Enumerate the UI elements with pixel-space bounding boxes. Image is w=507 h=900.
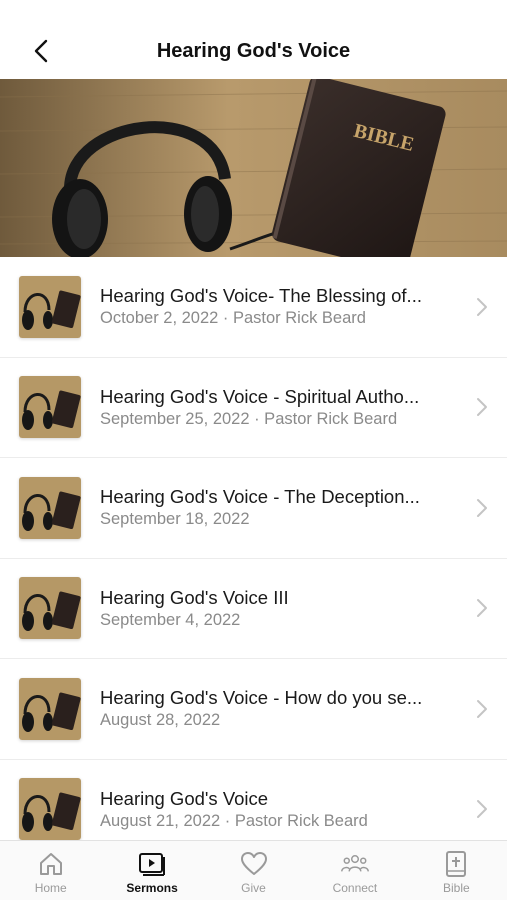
heart-icon <box>240 850 268 878</box>
chevron-right-icon <box>477 699 487 718</box>
list-item[interactable]: Hearing God's Voice- The Blessing of... … <box>0 257 507 358</box>
sermon-thumbnail <box>19 275 81 338</box>
tab-home[interactable]: Home <box>0 841 101 900</box>
sermon-title: Hearing God's Voice - The Deception... <box>100 486 420 508</box>
sermon-subtitle: October 2, 2022 · Pastor Rick Beard <box>100 309 366 328</box>
chevron-right-icon <box>477 498 487 517</box>
people-icon <box>341 850 369 878</box>
tab-connect[interactable]: Connect <box>304 841 405 900</box>
sermon-subtitle: August 21, 2022 · Pastor Rick Beard <box>100 811 368 830</box>
sermon-subtitle: September 4, 2022 <box>100 610 241 629</box>
sermon-title: Hearing God's Voice - How do you se... <box>100 687 423 709</box>
list-item[interactable]: Hearing God's Voice III September 4, 202… <box>0 558 507 659</box>
list-item[interactable]: Hearing God's Voice - The Deception... S… <box>0 458 507 559</box>
tab-label: Sermons <box>126 881 178 895</box>
sermon-title: Hearing God's Voice- The Blessing of... <box>100 285 422 307</box>
list-item[interactable]: Hearing God's Voice August 21, 2022 · Pa… <box>0 759 507 840</box>
list-item[interactable]: Hearing God's Voice - Spiritual Autho...… <box>0 357 507 458</box>
chevron-right-icon <box>477 599 487 618</box>
sermon-list: Hearing God's Voice- The Blessing of... … <box>0 257 507 840</box>
sermon-title: Hearing God's Voice <box>100 787 269 809</box>
tab-label: Connect <box>332 881 378 895</box>
tab-label: Home <box>34 881 67 895</box>
sermon-thumbnail <box>19 677 81 740</box>
home-icon <box>37 850 65 878</box>
hero-image: BIBLE <box>0 79 507 257</box>
chevron-right-icon <box>477 398 487 417</box>
sermon-subtitle: August 28, 2022 <box>100 711 221 730</box>
sermon-thumbnail <box>19 778 81 840</box>
page-title: Hearing God's Voice <box>156 40 351 62</box>
tab-label: Bible <box>442 881 470 895</box>
sermon-thumbnail <box>19 577 81 640</box>
tab-bible[interactable]: Bible <box>406 841 507 900</box>
tab-sermons[interactable]: Sermons <box>101 841 202 900</box>
top-bar: Hearing God's Voice <box>0 0 507 79</box>
sermon-subtitle: September 25, 2022 · Pastor Rick Beard <box>100 409 398 428</box>
sermon-thumbnail <box>19 476 81 539</box>
tab-label: Give <box>241 881 266 895</box>
chevron-right-icon <box>477 800 487 819</box>
sermon-title: Hearing God's Voice III <box>100 586 289 608</box>
sermon-title: Hearing God's Voice - Spiritual Autho... <box>100 385 420 407</box>
video-play-icon <box>138 850 166 878</box>
chevron-right-icon <box>477 297 487 316</box>
bible-icon <box>442 850 470 878</box>
list-item[interactable]: Hearing God's Voice - How do you se... A… <box>0 659 507 760</box>
bottom-tab-bar: Home Sermons Give Connect Bible <box>0 840 507 900</box>
tab-give[interactable]: Give <box>203 841 304 900</box>
sermon-subtitle: September 18, 2022 <box>100 510 250 529</box>
sermon-thumbnail <box>19 376 81 439</box>
